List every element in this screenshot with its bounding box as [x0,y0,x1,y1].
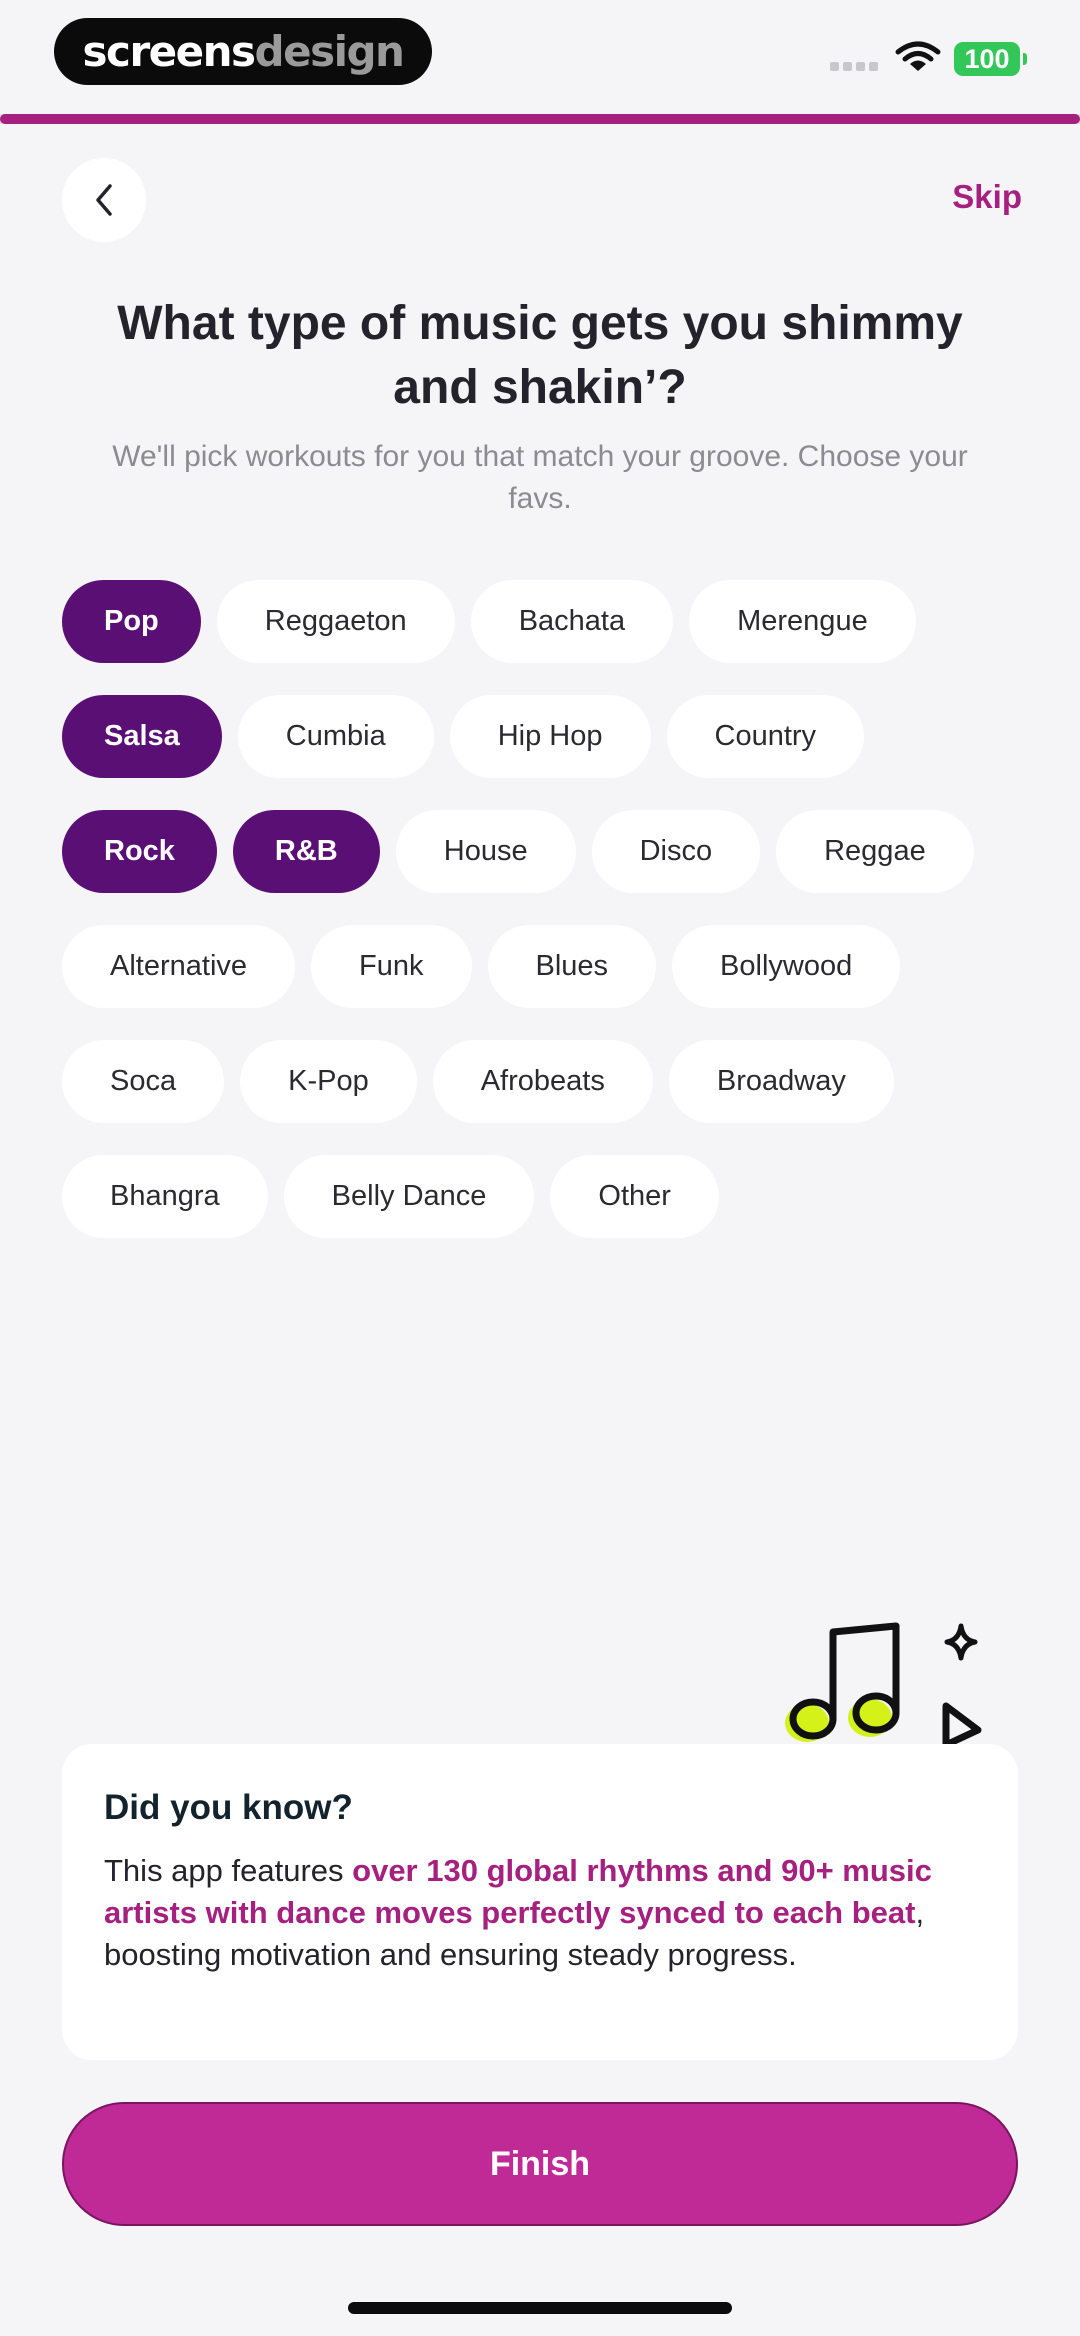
genre-chip-afrobeats[interactable]: Afrobeats [432,1040,653,1123]
genre-chip-bollywood[interactable]: Bollywood [672,925,901,1008]
genre-chip-reggae[interactable]: Reggae [776,810,974,893]
genre-chip-k-pop[interactable]: K-Pop [240,1040,417,1123]
page-title: What type of music gets you shimmy and s… [117,297,963,414]
genre-chip-merengue[interactable]: Merengue [689,580,916,663]
brand-logo-part1: screens [82,27,256,76]
genre-chip-alternative[interactable]: Alternative [62,925,296,1008]
genre-chip-house[interactable]: House [395,810,576,893]
progress-bar-fill [0,114,1080,124]
did-you-know-card: Did you know? This app features over 130… [62,1744,1018,2060]
onboarding-progress-bar [0,114,1080,124]
genre-chip-belly-dance[interactable]: Belly Dance [283,1155,535,1238]
brand-logo: screens design [54,18,432,85]
finish-button[interactable]: Finish [62,2102,1018,2226]
genre-chip-blues[interactable]: Blues [487,925,657,1008]
genre-chip-rock[interactable]: Rock [62,810,217,893]
status-bar: screens design 100 [0,0,1080,115]
genre-chip-bachata[interactable]: Bachata [470,580,674,663]
genre-chip-disco[interactable]: Disco [591,810,761,893]
genre-chip-salsa[interactable]: Salsa [62,695,222,778]
back-button[interactable] [62,158,146,242]
fact-card-title: Did you know? [104,1788,353,1827]
skip-button[interactable]: Skip [952,178,1022,216]
finish-button-label: Finish [489,2144,591,2183]
genre-chip-country[interactable]: Country [666,695,865,778]
genre-chip-cumbia[interactable]: Cumbia [237,695,434,778]
genre-chip-broadway[interactable]: Broadway [668,1040,894,1123]
wifi-icon [895,41,941,71]
genre-chip-list: Pop Reggaeton Bachata Merengue Salsa Cumbia Hi… [62,580,1012,1238]
fact-body-prefix: This app features [104,1853,353,1888]
genre-chip-randb[interactable]: R&B [232,810,380,893]
genre-chip-other[interactable]: Other [550,1155,719,1238]
fact-card-body: This app features over 130 global rhythm… [104,1850,984,1976]
cellular-signal-icon [830,62,878,71]
brand-logo-part2: design [254,27,405,76]
chevron-left-icon [96,184,112,216]
genre-chip-hip-hop[interactable]: Hip Hop [449,695,651,778]
page-subtitle: We'll pick workouts for you that match y… [112,440,968,515]
home-indicator [348,2302,732,2314]
genre-chip-reggaeton[interactable]: Reggaeton [216,580,455,663]
genre-chip-pop[interactable]: Pop [62,580,201,663]
genre-chip-bhangra[interactable]: Bhangra [62,1155,268,1238]
battery-indicator: 100 [954,42,1027,76]
genre-chip-funk[interactable]: Funk [311,925,472,1008]
battery-level: 100 [964,43,1010,74]
genre-chip-soca[interactable]: Soca [62,1040,225,1123]
